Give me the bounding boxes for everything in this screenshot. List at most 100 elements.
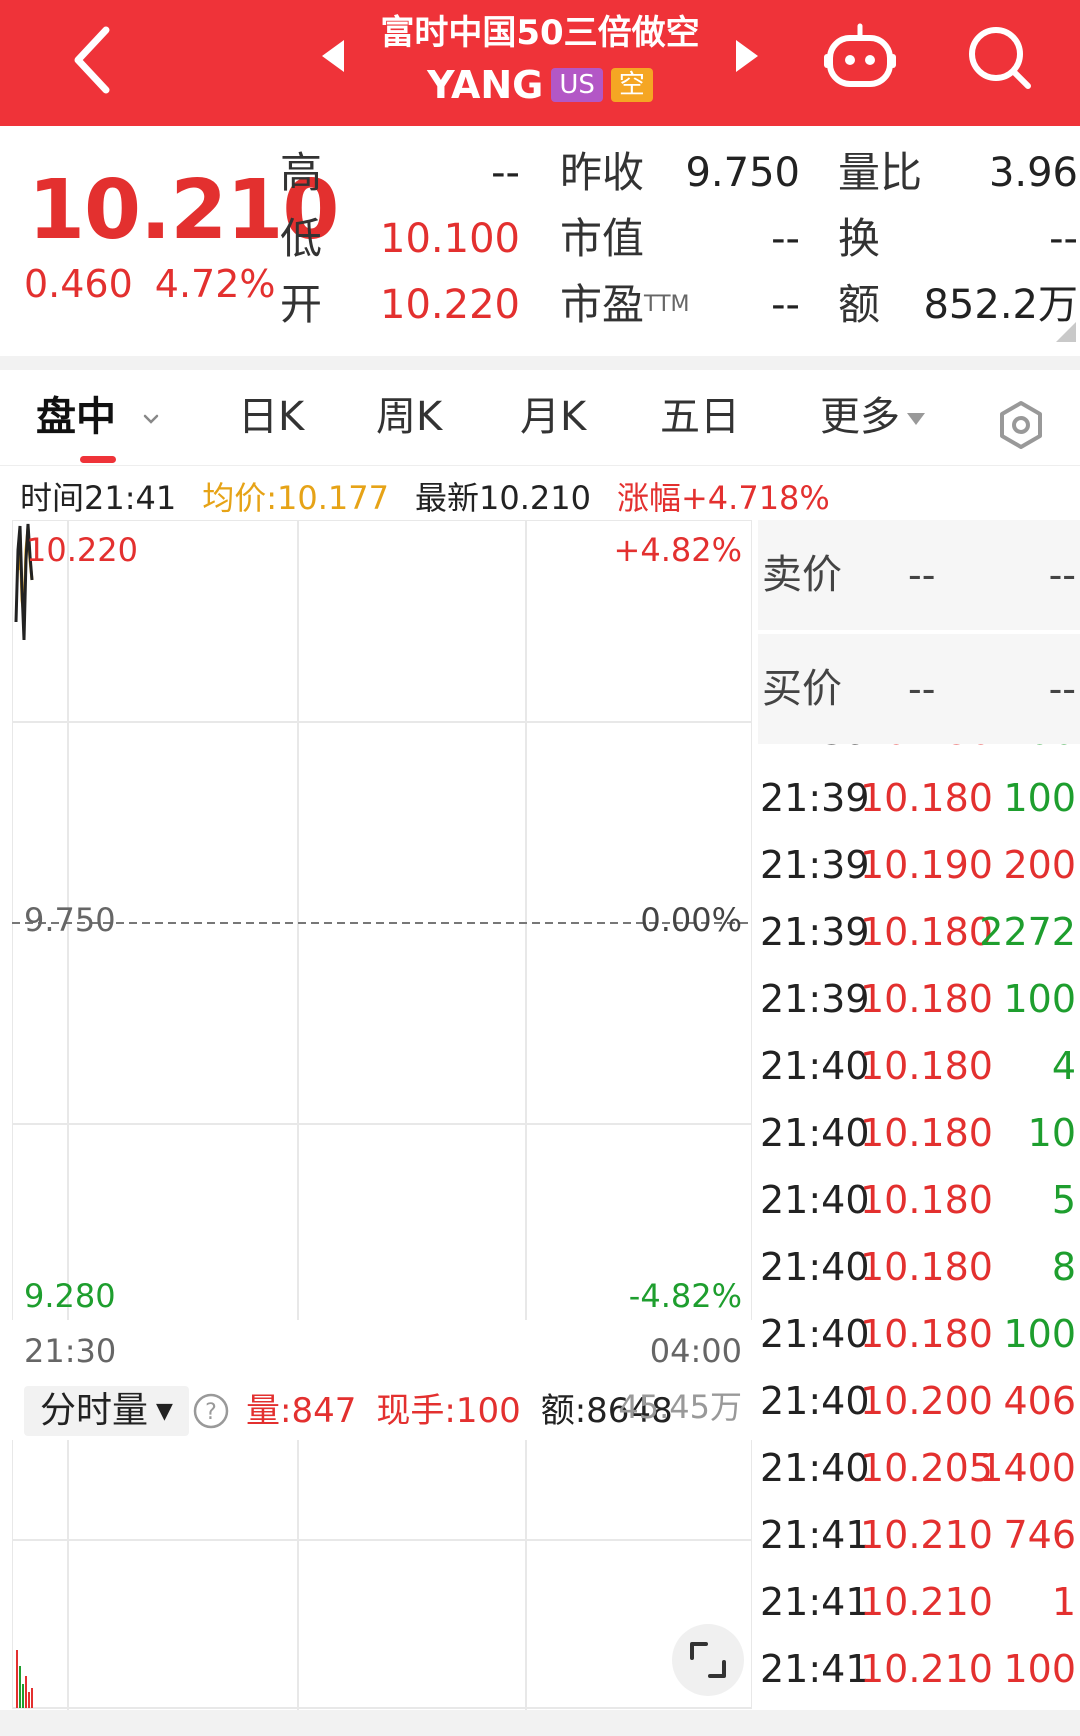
ask-price: -- <box>908 553 936 597</box>
tick-price: 10.180 <box>860 1044 993 1088</box>
tick-volume: 2272 <box>979 910 1076 954</box>
axis-top-price: 10.220 <box>26 531 138 569</box>
tick-row: 21:3910.180100 <box>758 966 1080 1033</box>
tick-price: 10.210 <box>860 1647 993 1691</box>
time-axis-start: 21:30 <box>24 1332 117 1370</box>
tick-price: 10.180 <box>860 977 993 1021</box>
next-stock-button[interactable] <box>732 36 762 76</box>
time-axis-end: 04:00 <box>649 1332 742 1370</box>
time-axis: 21:30 04:00 <box>12 1330 752 1372</box>
change-percent: 4.72% <box>154 262 276 306</box>
tick-volume: 100 <box>1003 776 1076 820</box>
volume-bar <box>25 1676 27 1708</box>
tab-intraday[interactable]: 盘中 <box>36 392 162 442</box>
trade-ticks-list[interactable]: 21:3910.180100 21:3910.180100 21:3910.19… <box>758 744 1080 1710</box>
tick-volume: 1 <box>1051 1580 1076 1624</box>
tick-time: 21:40 <box>760 1379 870 1423</box>
expand-corner-icon[interactable] <box>1056 322 1076 342</box>
axis-mid-price: 9.750 <box>24 901 116 939</box>
axis-mid-pct: 0.00% <box>640 901 742 939</box>
market-cap-value: -- <box>771 216 800 262</box>
robot-assistant-button[interactable] <box>822 20 898 96</box>
bid-row: 买价 -- -- <box>758 634 1080 744</box>
quote-panel: 10.210 0.460 4.72% 高 -- 低 10.100 开 10.220… <box>0 126 1080 356</box>
back-button[interactable] <box>62 20 122 100</box>
volume-bar <box>28 1692 30 1708</box>
fullscreen-button[interactable] <box>672 1624 744 1696</box>
hexagon-settings-icon <box>1000 401 1042 449</box>
tick-time: 21:39 <box>760 910 870 954</box>
chart-settings-button[interactable] <box>996 400 1046 450</box>
tick-time: 21:41 <box>760 1647 870 1691</box>
tab-daily-k[interactable]: 日K <box>238 392 304 442</box>
ask-volume: -- <box>1048 553 1076 597</box>
tick-row: 21:39 10.190 200 <box>758 832 1080 899</box>
tick-time: 21:39 <box>760 744 870 765</box>
tick-time: 21:40 <box>760 1446 870 1490</box>
tick-row: 21:3910.180 100 <box>758 744 1080 765</box>
tick-volume: 100 <box>1003 744 1076 765</box>
chevron-left-icon <box>74 26 110 94</box>
tick-volume: 746 <box>1003 1513 1076 1557</box>
tick-row: 21:40 10.200 406 <box>758 1368 1080 1435</box>
intraday-chart[interactable]: 10.220 +4.82% 9.750 0.00% 9.280 -4.82% <box>12 520 752 1320</box>
tab-five-day[interactable]: 五日 <box>660 392 740 442</box>
robot-icon <box>824 23 896 87</box>
question-icon: ? <box>193 1393 229 1429</box>
active-tab-indicator <box>80 456 116 463</box>
tick-time: 21:41 <box>760 1580 870 1624</box>
tick-volume: 8 <box>1051 1245 1076 1289</box>
crosshair-info: 时间21:41 均价:10.177 最新10.210 涨幅+4.718% <box>20 476 856 520</box>
low-label: 低 <box>280 214 323 263</box>
volume-indicator-select[interactable]: 分时量 ▼ <box>24 1386 189 1436</box>
tick-price: 10.180 <box>860 1245 993 1289</box>
tick-row: 21:40 10.180 100 <box>758 1301 1080 1368</box>
tick-row: 21:40 10.205 1400 <box>758 1435 1080 1502</box>
high-label: 高 <box>280 148 323 197</box>
tick-price: 10.200 <box>860 1379 993 1423</box>
tick-price: 10.180 <box>860 744 993 765</box>
tab-more-label: 更多 <box>820 394 900 440</box>
bid-price: -- <box>908 667 936 711</box>
volume-max-amount: 45.45万 <box>618 1388 742 1426</box>
volume-chart[interactable] <box>11 1373 753 1710</box>
search-button[interactable] <box>964 22 1034 92</box>
tick-price: 10.205 <box>860 1446 993 1490</box>
stock-title: 富时中国50三倍做空 YANG US 空 <box>360 10 720 108</box>
tick-time: 21:40 <box>760 1178 870 1222</box>
info-avg-price: 均价:10.177 <box>202 479 389 517</box>
pe-ttm-suffix: TTM <box>644 292 690 317</box>
tab-more[interactable]: 更多 <box>820 392 928 442</box>
prev-close-label: 昨收 <box>560 148 645 197</box>
volume-ratio-label: 量比 <box>838 148 923 197</box>
volume-border <box>11 1373 753 1709</box>
volume-header: 分时量 ▼ ? 量:847 现手:100 额:8648 45.45万 <box>12 1380 752 1440</box>
tab-weekly-k[interactable]: 周K <box>376 392 442 442</box>
help-button[interactable]: ? <box>192 1392 230 1430</box>
bid-label: 买价 <box>762 666 842 712</box>
open-value: 10.220 <box>380 282 520 328</box>
tick-volume: 100 <box>1003 977 1076 1021</box>
bid-volume: -- <box>1048 667 1076 711</box>
tick-price: 10.210 <box>860 1580 993 1624</box>
pe-label: 市盈TTM <box>560 280 690 330</box>
volume-value: 量:847 <box>246 1391 357 1431</box>
tab-monthly-k[interactable]: 月K <box>520 392 586 442</box>
tick-time: 21:39 <box>760 776 870 820</box>
pe-label-text: 市盈 <box>560 280 645 329</box>
stock-symbol-line: YANG US 空 <box>360 62 720 108</box>
bottom-strip <box>0 1710 1080 1736</box>
previous-stock-button[interactable] <box>318 36 348 76</box>
short-tag: 空 <box>610 68 653 102</box>
tick-row: 21:39 10.180 2272 <box>758 899 1080 966</box>
low-value: 10.100 <box>380 216 520 262</box>
caret-down-icon: ▼ <box>156 1399 173 1424</box>
tick-time: 21:40 <box>760 1111 870 1155</box>
triangle-left-icon <box>322 40 344 72</box>
price-change: 0.460 4.72% <box>24 262 298 306</box>
chevron-down-icon <box>143 414 159 424</box>
pe-value: -- <box>771 282 800 328</box>
tick-time: 21:39 <box>760 977 870 1021</box>
tick-price: 10.180 <box>860 1178 993 1222</box>
caret-down-icon <box>907 413 925 425</box>
